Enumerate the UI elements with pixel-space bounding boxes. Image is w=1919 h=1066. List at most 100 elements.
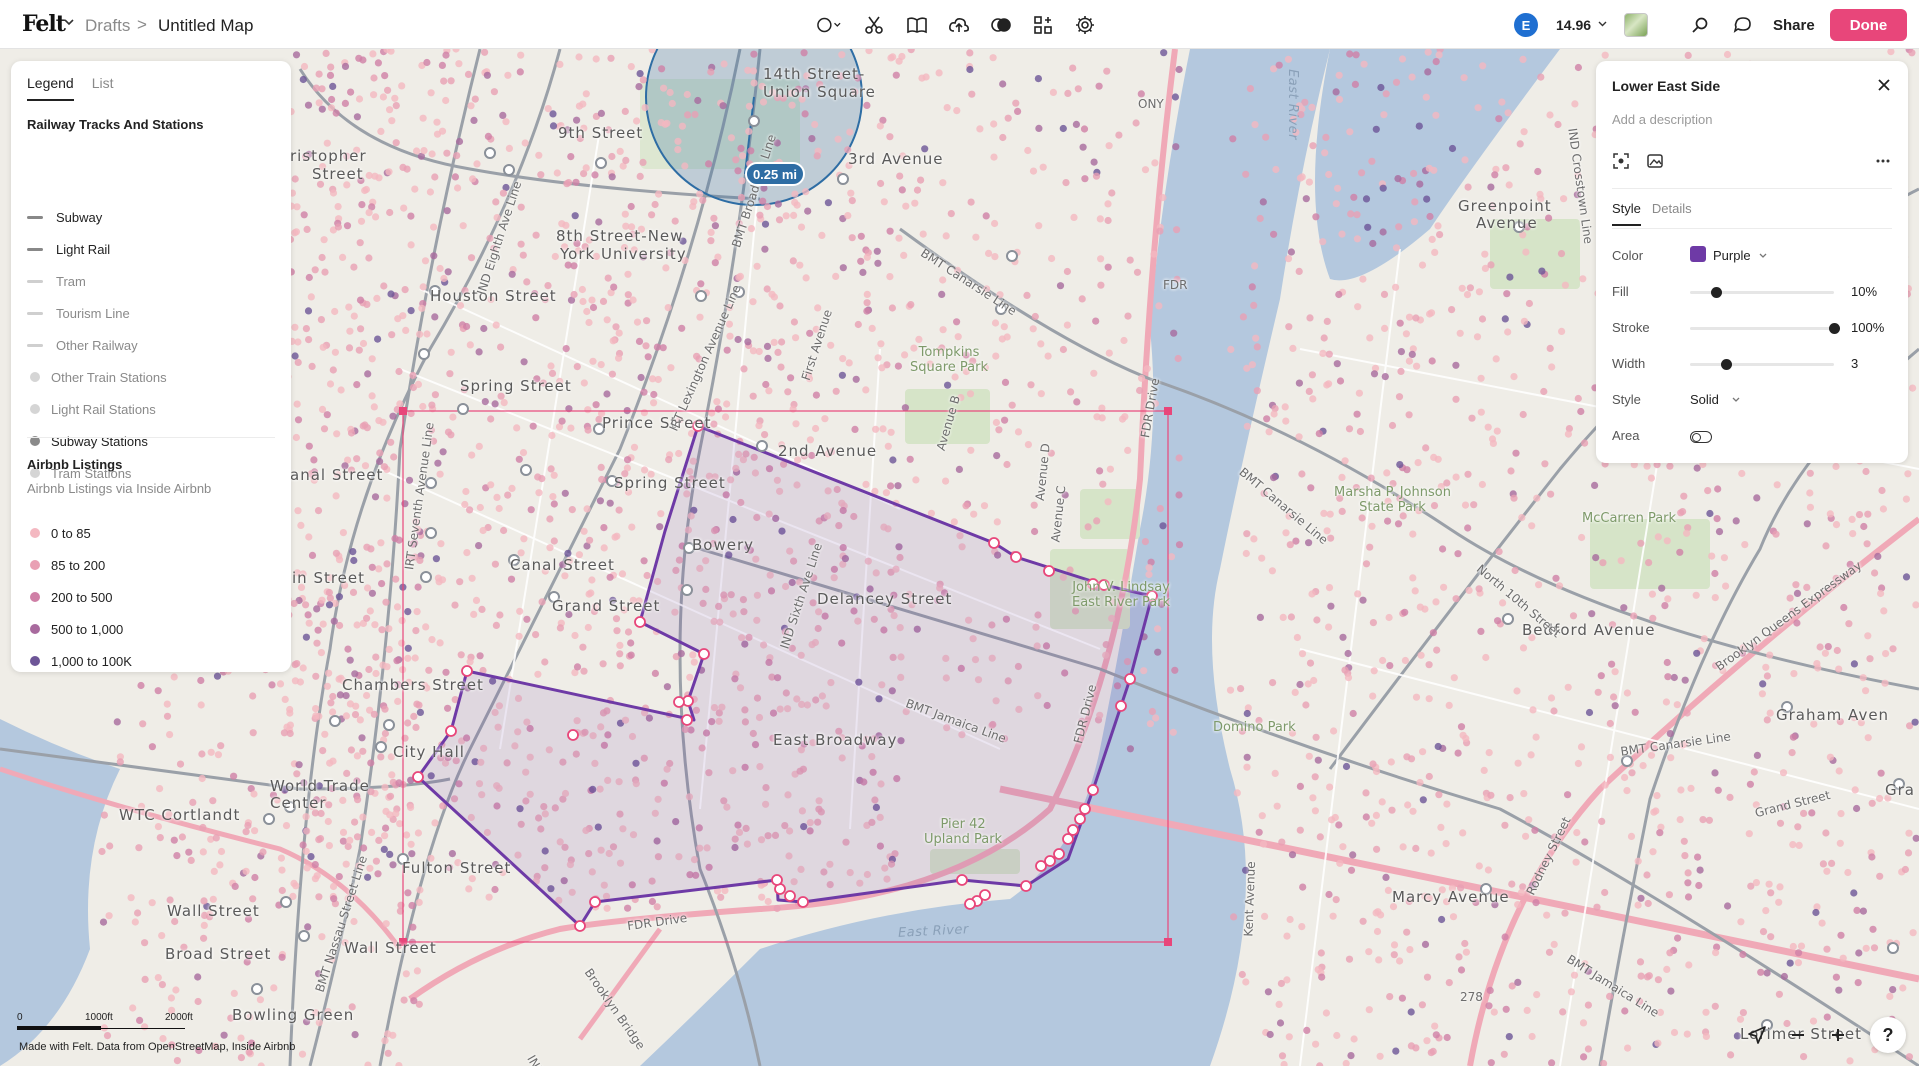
tab-style[interactable]: Style — [1612, 201, 1641, 226]
tab-list[interactable]: List — [92, 75, 114, 101]
slider-knob[interactable] — [1829, 323, 1840, 334]
airbnb-listing-point — [1481, 250, 1489, 258]
airbnb-listing-point — [1248, 283, 1256, 291]
airbnb-listing-point — [1637, 539, 1645, 547]
legend-item[interactable]: Tourism Line — [27, 303, 130, 323]
slider-knob[interactable] — [1721, 359, 1732, 370]
airbnb-listing-point — [409, 923, 417, 931]
legend-section-title[interactable]: Airbnb Listings — [27, 457, 122, 472]
legend-item[interactable]: 85 to 200 — [27, 555, 105, 575]
airbnb-listing-point — [580, 379, 588, 387]
layers-toggle-icon[interactable] — [989, 13, 1013, 37]
navigate-icon[interactable] — [1743, 1021, 1771, 1049]
airbnb-listing-point — [505, 144, 513, 152]
tab-details[interactable]: Details — [1652, 201, 1692, 226]
comment-icon[interactable] — [1731, 13, 1755, 37]
airbnb-listing-point — [1630, 612, 1638, 620]
legend-item[interactable]: Light Rail — [27, 239, 110, 259]
style-select[interactable]: Solid — [1690, 392, 1719, 407]
airbnb-listing-point — [635, 83, 643, 91]
search-icon[interactable] — [1688, 13, 1712, 37]
legend-item[interactable]: Subway — [27, 207, 102, 227]
airbnb-listing-point — [438, 61, 446, 69]
legend-item[interactable]: Tram — [27, 271, 86, 291]
airbnb-listing-point — [1369, 619, 1377, 627]
book-icon[interactable] — [905, 13, 929, 37]
chevron-down-icon[interactable] — [64, 19, 74, 26]
chevron-down-icon[interactable] — [1598, 21, 1607, 27]
airbnb-listing-point — [385, 645, 393, 654]
airbnb-listing-point — [242, 867, 250, 875]
airbnb-listing-point — [633, 318, 642, 326]
airbnb-listing-point — [444, 428, 453, 436]
color-select[interactable]: Purple — [1713, 248, 1751, 263]
chevron-down-icon[interactable] — [1759, 253, 1767, 259]
fill-slider[interactable] — [1690, 287, 1834, 298]
stroke-slider[interactable] — [1690, 323, 1840, 334]
legend-item[interactable]: 0 to 85 — [27, 523, 91, 543]
width-slider[interactable] — [1690, 359, 1834, 370]
legend-item[interactable]: Other Railway — [27, 335, 138, 355]
polygon-vertex-handle — [956, 874, 968, 886]
image-icon[interactable] — [1646, 152, 1664, 170]
airbnb-listing-point — [1522, 832, 1530, 840]
tab-legend[interactable]: Legend — [27, 75, 74, 101]
attribution[interactable]: Made with Felt. Data from OpenStreetMap,… — [19, 1041, 295, 1053]
area-toggle[interactable] — [1690, 431, 1712, 443]
map-label-station: Union Square — [763, 83, 876, 101]
legend-item[interactable]: Other Train Stations — [27, 367, 167, 387]
airbnb-listing-point — [278, 953, 286, 961]
user-avatar[interactable]: E — [1514, 13, 1538, 37]
legend-item[interactable]: Subway Stations — [27, 431, 148, 451]
done-button[interactable]: Done — [1830, 9, 1907, 41]
airbnb-listing-point — [1339, 633, 1347, 641]
airbnb-listing-point — [699, 196, 707, 204]
map-label-station: Bowling Green — [232, 1006, 355, 1024]
legend-section-title[interactable]: Railway Tracks And Stations — [27, 117, 204, 132]
felt-logo[interactable]: Felt — [22, 11, 66, 37]
airbnb-listing-point — [1283, 932, 1291, 940]
breadcrumb-drafts[interactable]: Drafts — [85, 16, 130, 36]
map-title[interactable]: Untitled Map — [158, 16, 253, 36]
scissors-icon[interactable] — [862, 13, 886, 37]
zoom-level[interactable]: 14.96 — [1556, 17, 1591, 33]
zoom-in-icon[interactable] — [1824, 1021, 1852, 1049]
legend-item[interactable]: 1,000 to 100K — [27, 651, 132, 671]
airbnb-listing-point — [1067, 388, 1075, 396]
airbnb-listing-point — [1680, 837, 1688, 845]
basemap-switcher[interactable] — [1624, 13, 1648, 37]
zoom-out-icon[interactable] — [1784, 1021, 1812, 1049]
zoom-to-fit-icon[interactable] — [1612, 152, 1630, 170]
circle-tool-icon[interactable] — [817, 13, 841, 37]
airbnb-listing-point — [615, 354, 623, 362]
description-input[interactable]: Add a description — [1612, 112, 1712, 127]
feature-title[interactable]: Lower East Side — [1612, 78, 1720, 94]
close-icon[interactable] — [1874, 75, 1894, 95]
airbnb-listing-point — [476, 652, 484, 660]
map-label-station: Center — [270, 794, 327, 812]
airbnb-listing-point — [624, 628, 633, 636]
color-swatch[interactable] — [1690, 246, 1706, 262]
radius-badge[interactable]: 0.25 mi — [745, 162, 805, 186]
gear-icon[interactable] — [1073, 13, 1097, 37]
more-options-icon[interactable] — [1874, 152, 1892, 170]
airbnb-listing-point — [1429, 1047, 1437, 1055]
airbnb-listing-point — [1427, 309, 1436, 317]
airbnb-listing-point — [1159, 522, 1167, 530]
share-button[interactable]: Share — [1773, 17, 1815, 34]
airbnb-listing-point — [116, 758, 124, 766]
airbnb-listing-point — [1407, 1008, 1415, 1016]
map-label-station: Gra — [1885, 781, 1915, 799]
slider-knob[interactable] — [1711, 287, 1723, 298]
airbnb-listing-point — [377, 539, 385, 547]
legend-item[interactable]: 200 to 500 — [27, 587, 112, 607]
components-icon[interactable] — [1031, 13, 1055, 37]
airbnb-listing-point — [1069, 64, 1077, 72]
help-button[interactable]: ? — [1870, 1017, 1906, 1053]
scale-bar-segment — [17, 1026, 101, 1030]
legend-item[interactable]: 500 to 1,000 — [27, 619, 123, 639]
legend-item[interactable]: Light Rail Stations — [27, 399, 156, 419]
chevron-down-icon[interactable] — [1732, 397, 1740, 403]
upload-cloud-icon[interactable] — [947, 13, 971, 37]
airbnb-listing-point — [127, 894, 135, 902]
